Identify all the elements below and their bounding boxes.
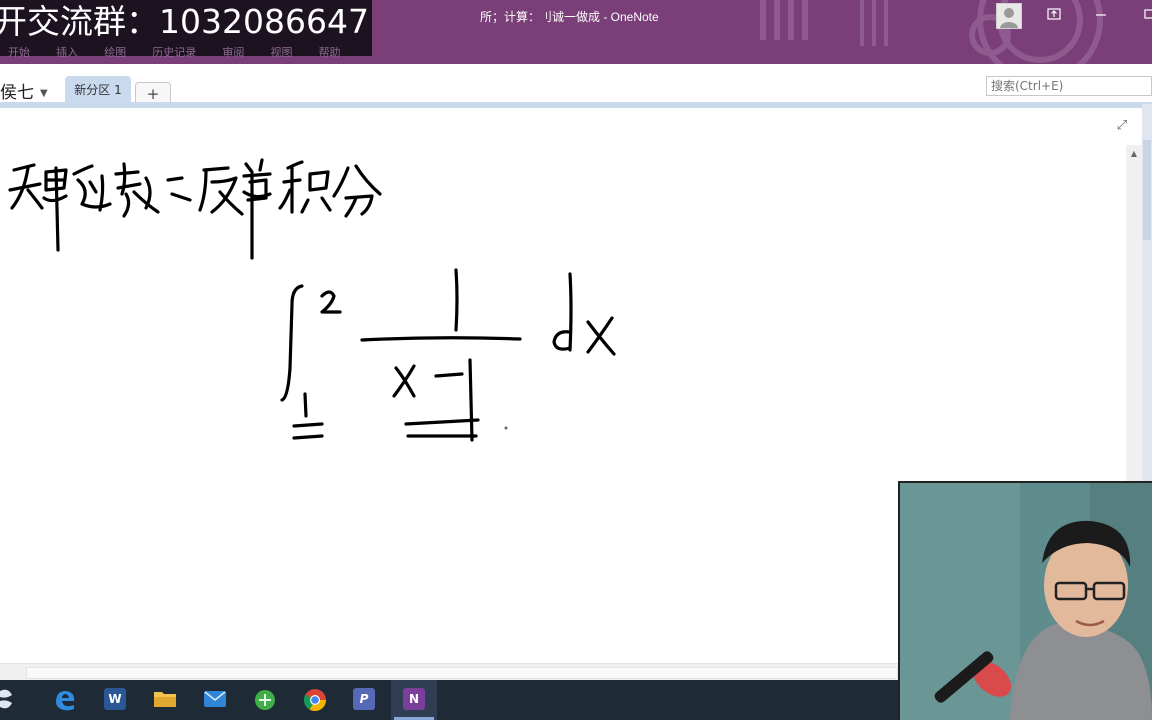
ribbon-tab-view[interactable]: 视图	[270, 44, 292, 60]
notebook-name: 侯七	[0, 83, 34, 103]
page-list-thumb[interactable]	[1143, 140, 1151, 240]
group-banner: 开交流群：1032086647 开始 插入 绘图 历史记录 审阅 视图 帮助	[0, 0, 372, 59]
ribbon-tab-review[interactable]: 审阅	[222, 44, 244, 60]
webcam-overlay	[898, 481, 1152, 720]
p-app-icon[interactable]: P	[341, 680, 387, 720]
user-avatar-icon[interactable]	[996, 3, 1022, 29]
window-title: 所；计算：刂诚一做成 - OneNote	[480, 10, 659, 24]
windows-start-icon[interactable]	[0, 680, 46, 720]
search-input[interactable]	[986, 76, 1152, 96]
ribbon-tab-history[interactable]: 历史记录	[152, 44, 196, 60]
tab-section-1[interactable]: 新分区 1	[65, 76, 131, 104]
horizontal-scroll-thumb[interactable]	[26, 667, 898, 679]
chevron-down-icon: ▼	[40, 87, 48, 99]
banner-text: 开交流群：1032086647	[0, 2, 369, 41]
onenote-icon[interactable]: N	[391, 680, 437, 720]
maximize-icon[interactable]	[1138, 6, 1152, 26]
expand-icon[interactable]: ⤢	[1114, 118, 1130, 134]
ribbon-display-icon[interactable]	[1043, 6, 1065, 26]
ribbon-tab-insert[interactable]: 插入	[56, 44, 78, 60]
folder-icon[interactable]	[141, 680, 187, 720]
ribbon-tab-draw[interactable]: 绘图	[104, 44, 126, 60]
mail-icon[interactable]	[191, 680, 237, 720]
section-bar: 侯七 ▼ 新分区 1 +	[0, 64, 1152, 105]
chrome-icon[interactable]	[291, 680, 337, 720]
notebook-selector[interactable]: 侯七 ▼	[0, 78, 48, 103]
edge-icon[interactable]	[42, 680, 88, 720]
minimize-icon[interactable]	[1090, 6, 1112, 26]
horizontal-scrollbar[interactable]	[0, 663, 900, 681]
ribbon-tab-home[interactable]: 开始	[8, 44, 30, 60]
ribbon-tabs: 开始 插入 绘图 历史记录 审阅 视图 帮助	[8, 41, 362, 59]
word-icon[interactable]: W	[92, 680, 138, 720]
presenter-video	[900, 483, 1152, 720]
ribbon-tab-help[interactable]: 帮助	[319, 44, 341, 60]
green-circle-icon[interactable]	[241, 680, 287, 720]
title-bar: 开交流群：1032086647 开始 插入 绘图 历史记录 审阅 视图 帮助 所…	[0, 0, 1152, 64]
scroll-up-icon[interactable]: ▲	[1126, 146, 1142, 162]
